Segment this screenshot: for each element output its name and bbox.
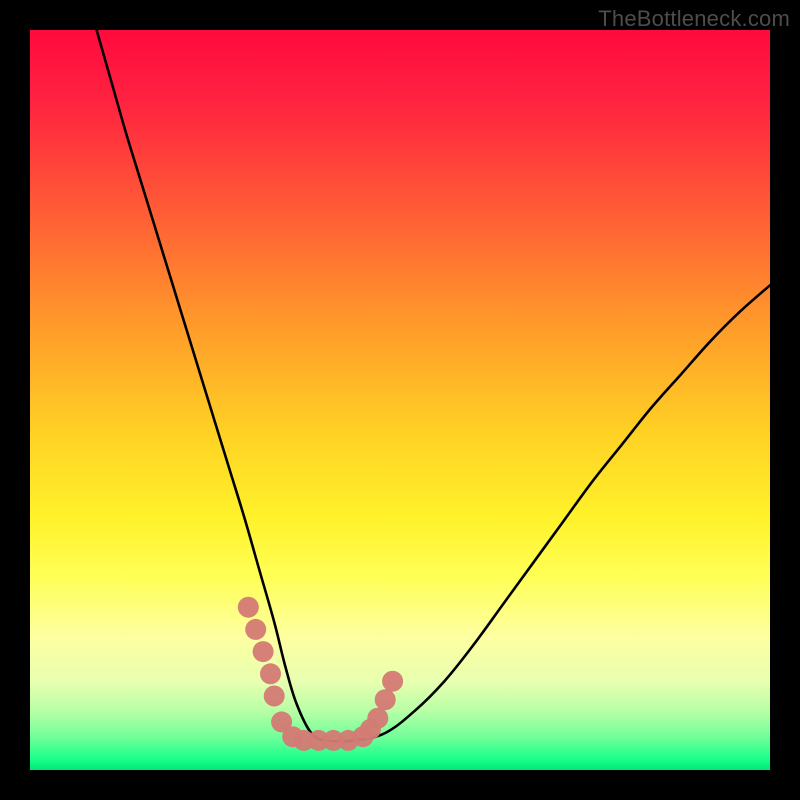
highlight-dot [253, 641, 274, 662]
highlight-dot [260, 663, 281, 684]
bottleneck-curve [30, 30, 770, 770]
highlight-dot [264, 686, 285, 707]
highlight-dot [367, 708, 388, 729]
watermark-text: TheBottleneck.com [598, 6, 790, 32]
highlight-dot [245, 619, 266, 640]
highlight-dot [382, 671, 403, 692]
chart-frame: TheBottleneck.com [0, 0, 800, 800]
plot-area [30, 30, 770, 770]
highlight-dot [375, 689, 396, 710]
highlight-dot [238, 597, 259, 618]
